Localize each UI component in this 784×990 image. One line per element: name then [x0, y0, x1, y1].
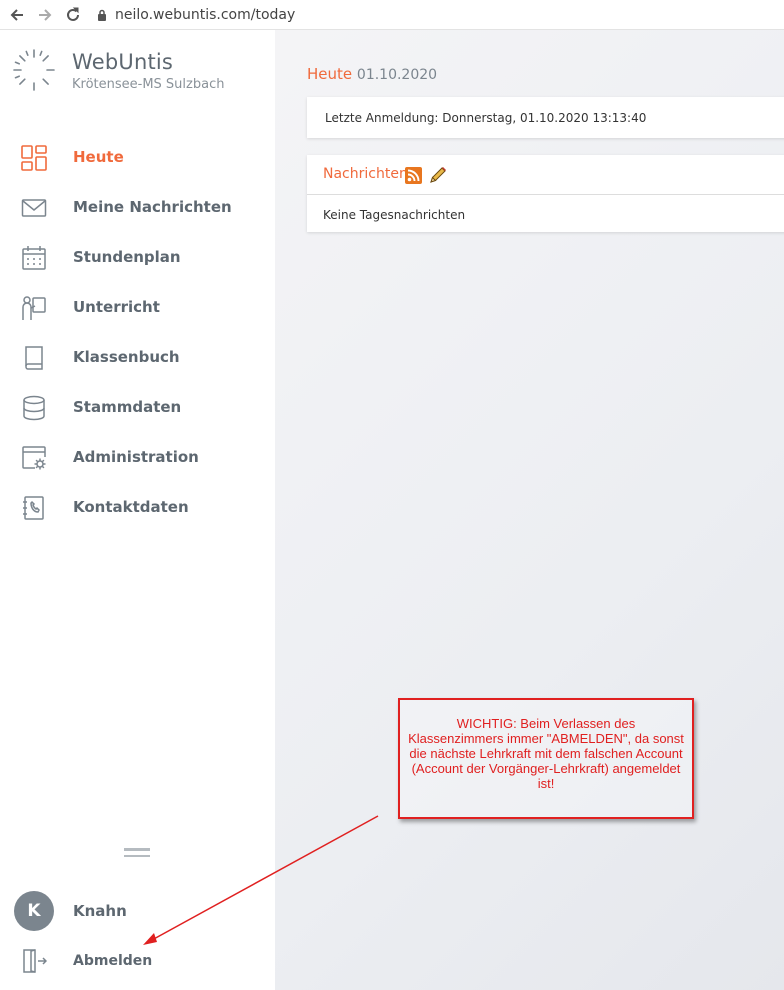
rss-icon[interactable]	[405, 167, 422, 184]
pencil-icon[interactable]	[428, 165, 448, 185]
news-card: Nachrichten Keine Tagesnachrichten	[307, 155, 784, 232]
sidebar-item-meine-nachrichten[interactable]: Meine Nachrichten	[0, 187, 275, 227]
logout-label: Abmelden	[73, 953, 153, 969]
browser-toolbar: neilo.webuntis.com/today	[0, 0, 784, 30]
sidebar-item-label: Heute	[73, 148, 124, 166]
warning-annotation-text: WICHTIG: Beim Verlassen des Klassenzimme…	[408, 716, 684, 791]
database-icon	[20, 395, 48, 421]
forward-button[interactable]	[31, 1, 59, 29]
brand-name: WebUntis	[72, 50, 174, 74]
sidebar-item-label: Unterricht	[73, 298, 160, 316]
page-title: Heute 01.10.2020	[307, 65, 437, 83]
sidebar-item-label: Meine Nachrichten	[73, 198, 232, 216]
mail-icon	[20, 195, 48, 221]
warning-annotation: WICHTIG: Beim Verlassen des Klassenzimme…	[398, 698, 694, 819]
news-header: Nachrichten	[307, 155, 784, 195]
user-name[interactable]: Knahn	[73, 902, 127, 920]
reload-button[interactable]	[59, 1, 87, 29]
main-content: Heute 01.10.2020 Letzte Anmeldung: Donne…	[275, 30, 784, 990]
sidebar-item-heute[interactable]: Heute	[0, 137, 275, 177]
avatar[interactable]: K	[14, 891, 54, 931]
sidebar-item-label: Stammdaten	[73, 398, 182, 416]
sidebar-item-stundenplan[interactable]: Stundenplan	[0, 237, 275, 277]
back-button[interactable]	[3, 1, 31, 29]
news-title: Nachrichten	[323, 166, 408, 182]
sidebar-item-label: Klassenbuch	[73, 348, 180, 366]
lock-icon	[97, 9, 107, 21]
webuntis-logo-icon	[13, 49, 55, 91]
news-empty-text: Keine Tagesnachrichten	[323, 208, 466, 222]
sidebar-item-label: Administration	[73, 448, 199, 466]
settings-window-icon	[20, 445, 48, 471]
book-icon	[20, 345, 48, 371]
sidebar-item-unterricht[interactable]: Unterricht	[0, 287, 275, 327]
forward-arrow-icon	[39, 8, 52, 21]
phone-book-icon	[20, 495, 48, 521]
dashboard-icon	[20, 145, 48, 171]
reload-icon	[67, 7, 79, 21]
logout-door-icon	[20, 947, 48, 975]
sidebar-item-kontaktdaten[interactable]: Kontaktdaten	[0, 487, 275, 527]
sidebar-resize-handle[interactable]	[124, 848, 150, 860]
last-login-card: Letzte Anmeldung: Donnerstag, 01.10.2020…	[307, 97, 784, 138]
address-bar[interactable]: neilo.webuntis.com/today	[97, 2, 784, 28]
page-title-label: Heute	[307, 65, 353, 83]
logout-button[interactable]: Abmelden	[0, 945, 275, 977]
last-login-text: Letzte Anmeldung: Donnerstag, 01.10.2020…	[325, 111, 647, 125]
back-arrow-icon	[10, 8, 23, 21]
calendar-icon	[20, 245, 48, 271]
teacher-board-icon	[20, 295, 48, 321]
sidebar-item-stammdaten[interactable]: Stammdaten	[0, 387, 275, 427]
sidebar: WebUntis Krötensee-MS Sulzbach Heute Mei…	[0, 30, 275, 990]
page-title-date: 01.10.2020	[356, 67, 438, 83]
url-text: neilo.webuntis.com/today	[115, 6, 296, 23]
sidebar-item-label: Stundenplan	[73, 248, 181, 266]
school-name: Krötensee-MS Sulzbach	[72, 77, 225, 92]
sidebar-item-administration[interactable]: Administration	[0, 437, 275, 477]
sidebar-item-klassenbuch[interactable]: Klassenbuch	[0, 337, 275, 377]
sidebar-item-label: Kontaktdaten	[73, 498, 189, 516]
